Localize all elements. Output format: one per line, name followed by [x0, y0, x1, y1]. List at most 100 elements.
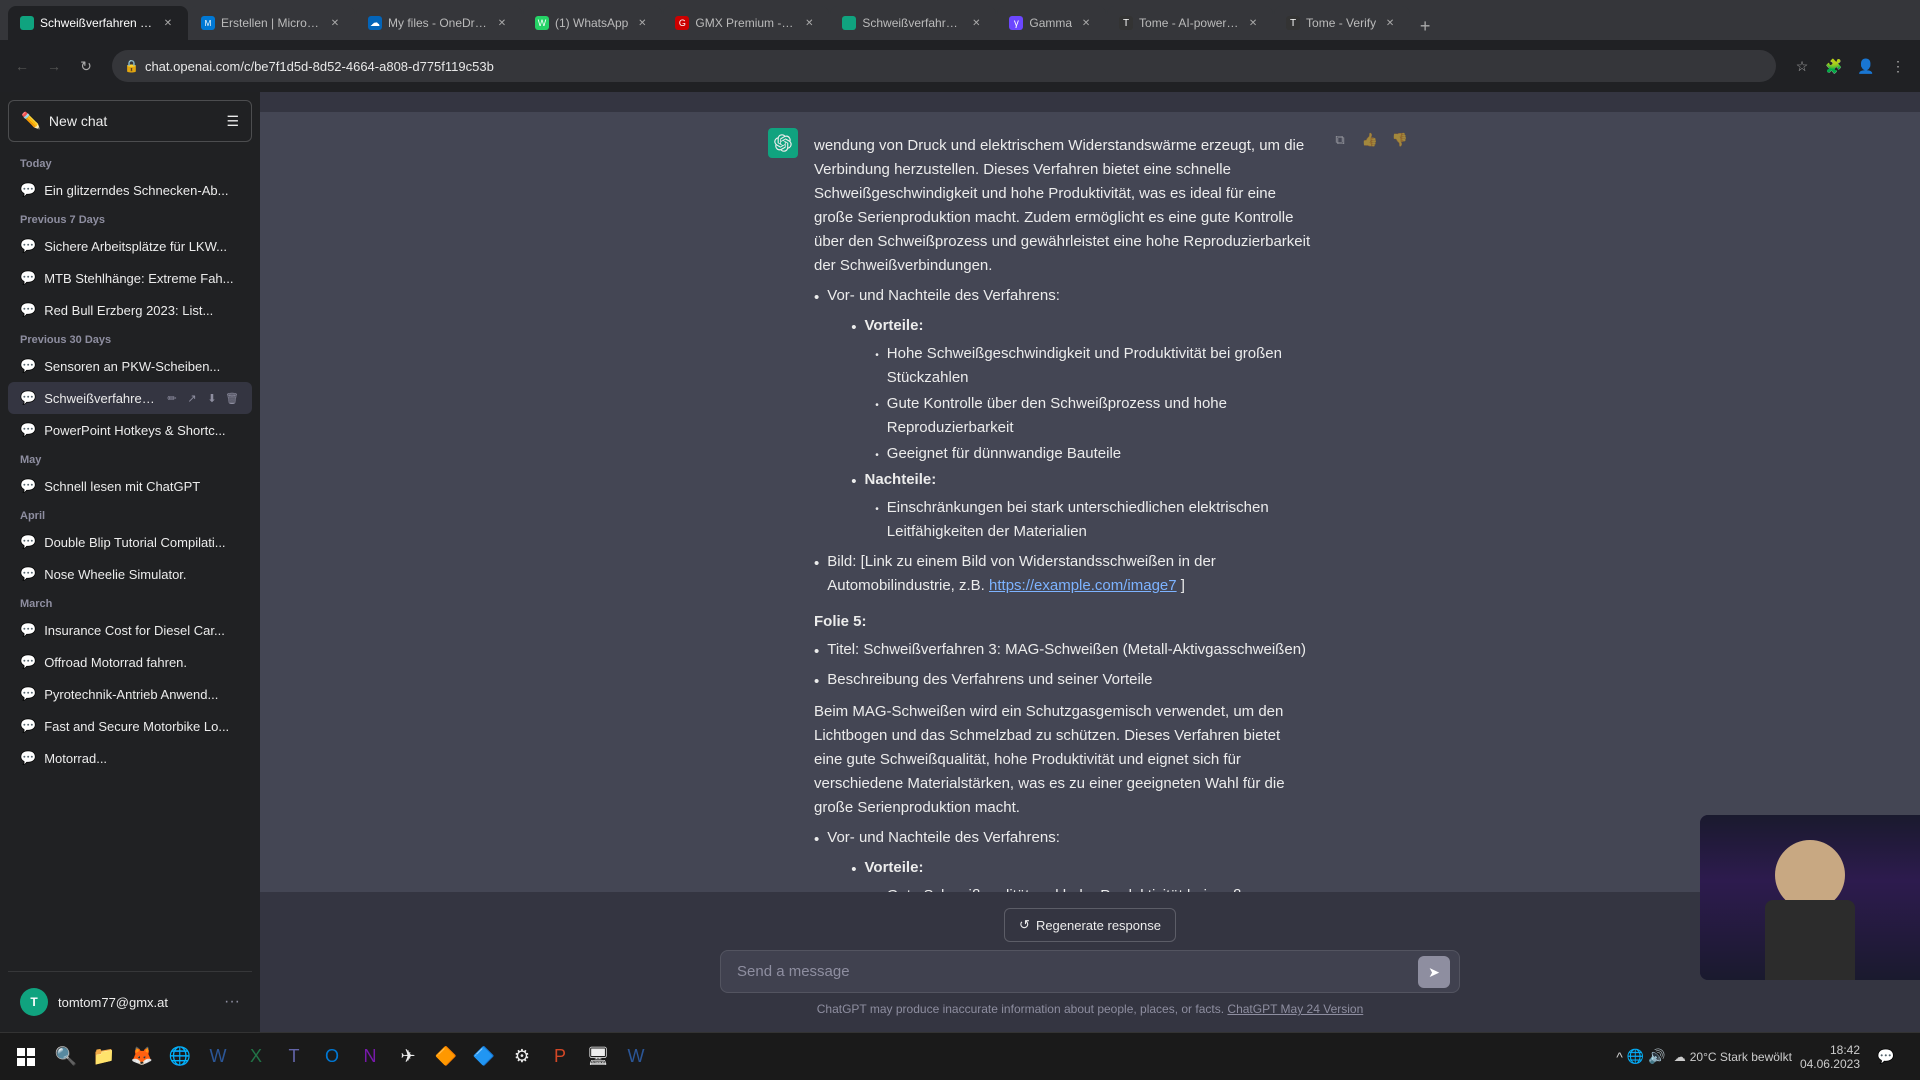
- reload-button[interactable]: ↻: [72, 52, 100, 80]
- system-clock[interactable]: 18:42 04.06.2023: [1800, 1043, 1860, 1071]
- tab-favicon-2: M: [201, 16, 215, 30]
- tab-close-3[interactable]: ✕: [494, 15, 510, 31]
- sidebar-item-mar4[interactable]: 💬 Fast and Secure Motorbike Lo...: [8, 710, 252, 742]
- notification-icon[interactable]: 💬: [1868, 1039, 1904, 1075]
- user-profile-item[interactable]: T tomtom77@gmx.at ···: [8, 980, 252, 1024]
- sidebar-toggle-icon[interactable]: ☰: [226, 113, 239, 130]
- tab-schweissverfahren-2[interactable]: Schweißverfahren in... ✕: [830, 6, 996, 40]
- tab-schweissverfahren-1[interactable]: Schweißverfahren fü... ✕: [8, 6, 188, 40]
- taskbar-app3-icon[interactable]: ⚙: [504, 1039, 540, 1075]
- taskbar-teams-icon[interactable]: T: [276, 1039, 312, 1075]
- bild-link[interactable]: https://example.com/image7: [989, 577, 1177, 594]
- sidebar-item-mar5[interactable]: 💬 Motorrad...: [8, 742, 252, 774]
- taskbar-outlook-icon[interactable]: O: [314, 1039, 350, 1075]
- tab-close-1[interactable]: ✕: [160, 15, 176, 31]
- tab-gmx[interactable]: G GMX Premium - E-M... ✕: [663, 6, 829, 40]
- tab-close-7[interactable]: ✕: [1078, 15, 1094, 31]
- system-tray: ^ 🌐 🔊: [1616, 1048, 1665, 1065]
- tab-tome-2[interactable]: T Tome - Verify ✕: [1274, 6, 1410, 40]
- menu-icon[interactable]: ⋮: [1884, 52, 1912, 80]
- profile-icon[interactable]: 👤: [1852, 52, 1880, 80]
- tab-favicon-8: T: [1119, 16, 1133, 30]
- thumbdown-button[interactable]: 👎: [1388, 128, 1412, 152]
- user-more-icon[interactable]: ···: [224, 993, 240, 1011]
- new-tab-button[interactable]: +: [1411, 12, 1439, 40]
- start-button[interactable]: [8, 1039, 44, 1075]
- taskbar-excel-icon[interactable]: X: [238, 1039, 274, 1075]
- new-chat-label: New chat: [49, 113, 107, 129]
- tray-volume-icon[interactable]: 🔊: [1648, 1048, 1665, 1065]
- sub-dot-v3: •: [875, 448, 879, 466]
- bullet-dot-1: •: [814, 286, 819, 546]
- disclaimer-link[interactable]: ChatGPT May 24 Version: [1227, 1002, 1363, 1016]
- tab-close-9[interactable]: ✕: [1382, 15, 1398, 31]
- section-prev30-label: Previous 30 Days: [8, 326, 252, 350]
- browser-chrome: Schweißverfahren fü... ✕ M Erstellen | M…: [0, 0, 1920, 92]
- bookmark-icon[interactable]: ☆: [1788, 52, 1816, 80]
- taskbar-firefox-icon[interactable]: 🦊: [124, 1039, 160, 1075]
- copy-button[interactable]: ⧉: [1328, 128, 1352, 152]
- tab-close-2[interactable]: ✕: [327, 15, 343, 31]
- download-icon[interactable]: ⬇: [204, 390, 220, 406]
- taskbar-telegram-icon[interactable]: ✈: [390, 1039, 426, 1075]
- sidebar-item-mar1[interactable]: 💬 Insurance Cost for Diesel Car...: [8, 614, 252, 646]
- tab-tome-1[interactable]: T Tome - AI-powered s... ✕: [1107, 6, 1273, 40]
- taskbar-search-icon[interactable]: 🔍: [48, 1039, 84, 1075]
- delete-icon[interactable]: 🗑: [224, 390, 240, 406]
- sidebar-item-may1[interactable]: 💬 Schnell lesen mit ChatGPT: [8, 470, 252, 502]
- taskbar-word2-icon[interactable]: W: [618, 1039, 654, 1075]
- taskbar-onenote-icon[interactable]: N: [352, 1039, 388, 1075]
- extensions-icon[interactable]: 🧩: [1820, 52, 1848, 80]
- taskbar-word-icon[interactable]: W: [200, 1039, 236, 1075]
- chat-input[interactable]: [720, 950, 1460, 993]
- weather-widget[interactable]: ☁ 20°C Stark bewölkt: [1674, 1050, 1792, 1064]
- thumbup-button[interactable]: 👍: [1358, 128, 1382, 152]
- new-chat-button[interactable]: ✏️ New chat ☰: [8, 100, 252, 142]
- gpt-avatar: [768, 128, 798, 158]
- taskbar-powerpoint-icon[interactable]: P: [542, 1039, 578, 1075]
- sidebar-item-prev7-2[interactable]: 💬 MTB Stehlhänge: Extreme Fah...: [8, 262, 252, 294]
- sidebar-item-mar2[interactable]: 💬 Offroad Motorrad fahren.: [8, 646, 252, 678]
- taskbar-chrome-icon[interactable]: 🌐: [162, 1039, 198, 1075]
- regen-icon: ↺: [1019, 917, 1030, 933]
- bullet-dot-magv: •: [851, 858, 856, 882]
- back-button[interactable]: ←: [8, 52, 36, 80]
- tab-close-8[interactable]: ✕: [1245, 15, 1261, 31]
- tab-gamma[interactable]: γ Gamma ✕: [997, 6, 1106, 40]
- taskbar-app2-icon[interactable]: 🔷: [466, 1039, 502, 1075]
- vorteil-2: Gute Kontrolle über den Schweißprozess u…: [887, 392, 1312, 440]
- tab-whatsapp[interactable]: W (1) WhatsApp ✕: [523, 6, 662, 40]
- sidebar-item-apr1[interactable]: 💬 Double Blip Tutorial Compilati...: [8, 526, 252, 558]
- tab-close-6[interactable]: ✕: [968, 15, 984, 31]
- share-icon[interactable]: ↗: [184, 390, 200, 406]
- sidebar-item-apr2[interactable]: 💬 Nose Wheelie Simulator.: [8, 558, 252, 590]
- sidebar-item-mar3[interactable]: 💬 Pyrotechnik-Antrieb Anwend...: [8, 678, 252, 710]
- sidebar-item-prev7-3[interactable]: 💬 Red Bull Erzberg 2023: List...: [8, 294, 252, 326]
- chat-icon-mar3: 💬: [20, 686, 36, 702]
- regenerate-button[interactable]: ↺ Regenerate response: [1004, 908, 1176, 942]
- send-button[interactable]: ➤: [1418, 956, 1450, 988]
- chat-icon-mar5: 💬: [20, 750, 36, 766]
- sidebar-item-prev30-2[interactable]: 💬 Schweißverfahren f... ✏ ↗ ⬇ 🗑: [8, 382, 252, 414]
- taskbar-explorer-icon[interactable]: 📁: [86, 1039, 122, 1075]
- address-bar[interactable]: 🔒 chat.openai.com/c/be7f1d5d-8d52-4664-a…: [112, 50, 1776, 82]
- tab-microsoft[interactable]: M Erstellen | Microsoft 3... ✕: [189, 6, 355, 40]
- tray-network-icon[interactable]: 🌐: [1627, 1048, 1644, 1065]
- sidebar-item-prev30-3[interactable]: 💬 PowerPoint Hotkeys & Shortc...: [8, 414, 252, 446]
- taskbar-app4-icon[interactable]: 🖥: [580, 1039, 616, 1075]
- section-march-label: March: [8, 590, 252, 614]
- forward-button[interactable]: →: [40, 52, 68, 80]
- input-area: ↺ Regenerate response ➤ ChatGPT may prod…: [260, 892, 1920, 1032]
- bullet-mag-vor-nach: • Vor- und Nachteile des Verfahrens: • V…: [814, 826, 1312, 892]
- tab-close-5[interactable]: ✕: [801, 15, 817, 31]
- taskbar-app1-icon[interactable]: 🔶: [428, 1039, 464, 1075]
- sidebar-item-prev7-1[interactable]: 💬 Sichere Arbeitsplätze für LKW...: [8, 230, 252, 262]
- sidebar-item-today1[interactable]: 💬 Ein glitzerndes Schnecken-Ab...: [8, 174, 252, 206]
- user-avatar: T: [20, 988, 48, 1016]
- sidebar-item-prev30-1[interactable]: 💬 Sensoren an PKW-Scheiben...: [8, 350, 252, 382]
- tray-chevron-icon[interactable]: ^: [1616, 1049, 1623, 1065]
- tab-close-4[interactable]: ✕: [634, 15, 650, 31]
- edit-icon[interactable]: ✏: [164, 390, 180, 406]
- disclaimer-text: ChatGPT may produce inaccurate informati…: [817, 1002, 1224, 1016]
- tab-onedrive[interactable]: ☁ My files - OneDrive ✕: [356, 6, 522, 40]
